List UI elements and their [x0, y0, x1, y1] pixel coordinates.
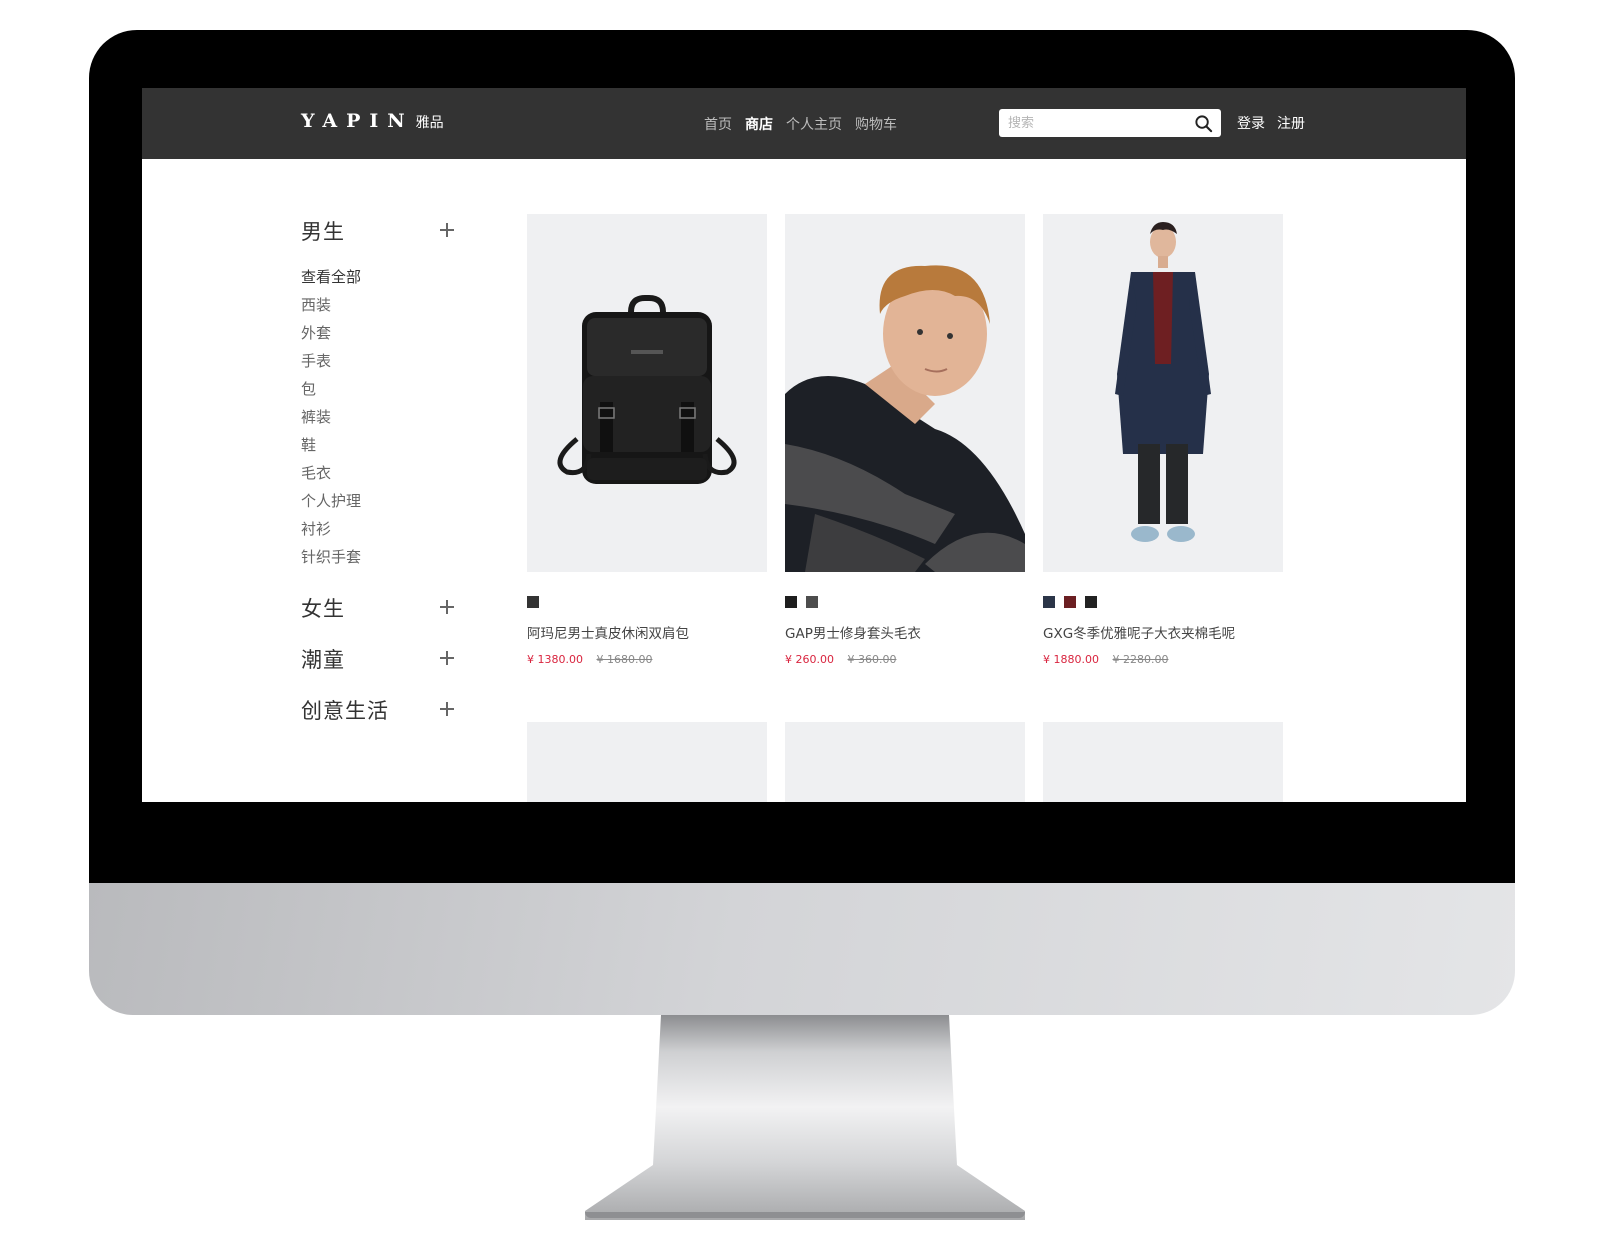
category-title: 女生 [301, 597, 345, 621]
subcategory-list: 查看全部 西装 外套 手表 包 裤装 鞋 毛衣 个人护理 衬衫 针织手套 [301, 263, 461, 571]
register-link[interactable]: 注册 [1277, 113, 1305, 133]
search-box [999, 109, 1221, 137]
monitor-stand [585, 1015, 1025, 1220]
category-lifestyle[interactable]: 创意生活 [301, 695, 461, 725]
product-card-placeholder [527, 722, 767, 802]
subcategory-item[interactable]: 包 [301, 375, 461, 403]
original-price: ¥ 1680.00 [596, 653, 653, 666]
original-price: ¥ 2280.00 [1112, 653, 1169, 666]
color-swatches [1043, 596, 1283, 609]
plus-icon[interactable] [440, 702, 454, 716]
category-kids[interactable]: 潮童 [301, 644, 461, 674]
product-image-coat[interactable] [1043, 214, 1283, 572]
nav-item-home[interactable]: 首页 [704, 114, 732, 134]
site-logo[interactable]: YAPIN 雅品 [301, 110, 444, 136]
logo-wordmark: YAPIN [301, 110, 414, 132]
subcategory-item[interactable]: 手表 [301, 347, 461, 375]
plus-icon[interactable] [440, 600, 454, 614]
color-swatches [785, 596, 1025, 609]
product-card-placeholder [1043, 722, 1283, 802]
product-card[interactable]: 阿玛尼男士真皮休闲双肩包 ¥ 1380.00 ¥ 1680.00 [527, 214, 767, 666]
product-name[interactable]: GXG冬季优雅呢子大衣夹棉毛呢 [1043, 622, 1283, 642]
monitor-stand-base [585, 1212, 1025, 1218]
category-sidebar: 男生 查看全部 西装 外套 手表 包 裤装 鞋 毛衣 个人护理 衬衫 针织手套 … [301, 216, 461, 725]
category-title: 潮童 [301, 648, 345, 672]
search-input[interactable] [1008, 113, 1188, 133]
current-price: ¥ 1880.00 [1043, 653, 1099, 666]
subcategory-item[interactable]: 衬衫 [301, 515, 461, 543]
product-price: ¥ 1380.00 ¥ 1680.00 [527, 653, 767, 666]
color-swatch[interactable] [1043, 596, 1055, 608]
main-nav: 首页 商店 个人主页 购物车 [704, 114, 897, 134]
monitor-chin [89, 883, 1515, 1015]
product-card[interactable]: GAP男士修身套头毛衣 ¥ 260.00 ¥ 360.00 [785, 214, 1025, 666]
category-women[interactable]: 女生 [301, 593, 461, 623]
plus-icon[interactable] [440, 651, 454, 665]
top-navigation-bar: YAPIN 雅品 首页 商店 个人主页 购物车 登录 注册 [142, 88, 1466, 159]
subcategory-item[interactable]: 外套 [301, 319, 461, 347]
stage: YAPIN 雅品 首页 商店 个人主页 购物车 登录 注册 [0, 0, 1600, 1244]
color-swatch[interactable] [806, 596, 818, 608]
category-title: 创意生活 [301, 699, 389, 723]
subcategory-item[interactable]: 裤装 [301, 403, 461, 431]
product-card-placeholder [785, 722, 1025, 802]
nav-item-shop[interactable]: 商店 [745, 114, 773, 134]
login-link[interactable]: 登录 [1237, 113, 1265, 133]
subcategory-item[interactable]: 个人护理 [301, 487, 461, 515]
product-name[interactable]: GAP男士修身套头毛衣 [785, 622, 1025, 642]
auth-links: 登录 注册 [1237, 113, 1305, 133]
subcategory-item[interactable]: 查看全部 [301, 263, 461, 291]
subcategory-item[interactable]: 针织手套 [301, 543, 461, 571]
product-image-sweater[interactable] [785, 214, 1025, 572]
product-name[interactable]: 阿玛尼男士真皮休闲双肩包 [527, 622, 767, 642]
current-price: ¥ 260.00 [785, 653, 834, 666]
color-swatch[interactable] [1064, 596, 1076, 608]
plus-icon[interactable] [440, 223, 454, 237]
nav-item-profile[interactable]: 个人主页 [786, 114, 842, 134]
subcategory-item[interactable]: 鞋 [301, 431, 461, 459]
logo-chinese-name: 雅品 [415, 115, 444, 131]
color-swatch[interactable] [1085, 596, 1097, 608]
category-men[interactable]: 男生 [301, 216, 461, 246]
nav-item-cart[interactable]: 购物车 [855, 114, 897, 134]
product-card[interactable]: GXG冬季优雅呢子大衣夹棉毛呢 ¥ 1880.00 ¥ 2280.00 [1043, 214, 1283, 666]
category-title: 男生 [301, 220, 345, 244]
color-swatch[interactable] [527, 596, 539, 608]
current-price: ¥ 1380.00 [527, 653, 583, 666]
screen: YAPIN 雅品 首页 商店 个人主页 购物车 登录 注册 [142, 88, 1466, 802]
search-icon[interactable] [1194, 114, 1213, 133]
subcategory-item[interactable]: 西装 [301, 291, 461, 319]
product-image-backpack[interactable] [527, 214, 767, 572]
color-swatch[interactable] [785, 596, 797, 608]
product-price: ¥ 1880.00 ¥ 2280.00 [1043, 653, 1283, 666]
product-price: ¥ 260.00 ¥ 360.00 [785, 653, 1025, 666]
color-swatches [527, 596, 767, 609]
original-price: ¥ 360.00 [847, 653, 897, 666]
subcategory-item[interactable]: 毛衣 [301, 459, 461, 487]
